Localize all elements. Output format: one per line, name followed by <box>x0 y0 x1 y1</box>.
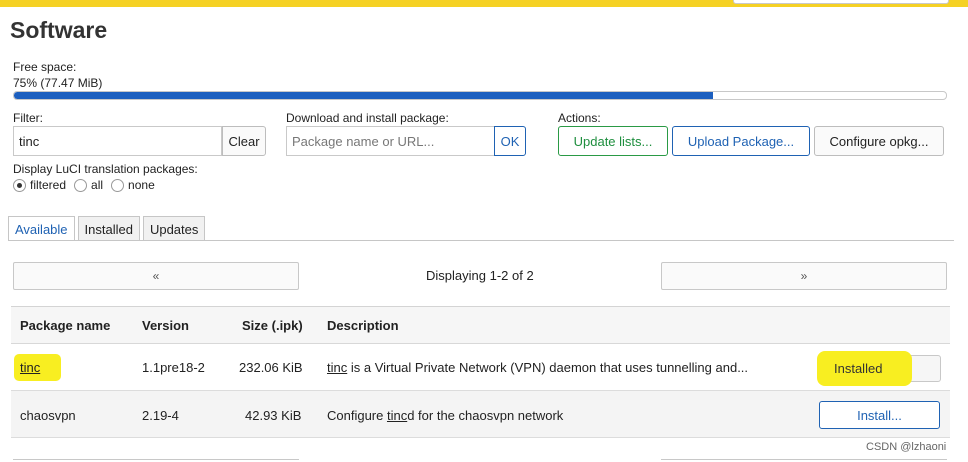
table-row: chaosvpn 2.19-4 42.93 KiB Configure tinc… <box>11 391 950 438</box>
col-package-name: Package name <box>20 318 111 333</box>
radio-checked-icon[interactable] <box>13 178 26 192</box>
package-name-link[interactable]: tinc <box>20 360 40 375</box>
installed-button[interactable]: Installed <box>817 351 941 386</box>
free-space-progress-fill <box>14 92 713 99</box>
clear-filter-button[interactable]: Clear <box>222 126 266 156</box>
header-search-box[interactable] <box>733 0 949 4</box>
description-text: Configure <box>327 408 387 423</box>
free-space-value: 75% (77.47 MiB) <box>13 76 103 90</box>
download-label: Download and install package: <box>286 111 449 125</box>
tabs-divider <box>8 240 954 241</box>
radio-unchecked-icon[interactable] <box>74 178 88 192</box>
package-description: tinc is a Virtual Private Network (VPN) … <box>327 360 748 375</box>
description-link[interactable]: tinc <box>387 408 407 423</box>
package-name-highlight: tinc <box>14 354 61 381</box>
table-row: tinc 1.1pre18-2 232.06 KiB tinc is a Vir… <box>11 344 950 391</box>
col-size: Size (.ipk) <box>242 318 303 333</box>
tab-updates[interactable]: Updates <box>142 216 206 241</box>
package-size: 42.93 KiB <box>245 408 302 423</box>
table-header: Package name Version Size (.ipk) Descrip… <box>11 307 950 344</box>
radio-none-label: none <box>128 178 155 192</box>
upload-package-button[interactable]: Upload Package... <box>672 126 810 156</box>
free-space-progress-bar <box>13 91 947 100</box>
watermark: CSDN @lzhaoni <box>866 441 947 453</box>
pager-bottom-prev-edge <box>13 459 299 460</box>
package-size: 232.06 KiB <box>239 360 303 375</box>
radio-none[interactable]: none <box>111 178 155 192</box>
package-url-input[interactable] <box>286 126 495 156</box>
actions-label: Actions: <box>558 111 601 125</box>
description-text: d for the chaosvpn network <box>407 408 564 423</box>
ok-button[interactable]: OK <box>494 126 526 156</box>
installed-button-label: Installed <box>834 361 883 376</box>
page-title: Software <box>10 17 108 43</box>
free-space-label: Free space: <box>13 60 77 74</box>
radio-unchecked-icon[interactable] <box>111 178 125 192</box>
col-description: Description <box>327 318 399 333</box>
translation-label: Display LuCI translation packages: <box>13 162 198 176</box>
radio-all[interactable]: all <box>74 178 103 192</box>
filter-label: Filter: <box>13 111 43 125</box>
radio-all-label: all <box>91 178 104 192</box>
package-name: chaosvpn <box>20 408 76 423</box>
translation-radio-group: filtered all none <box>13 178 163 192</box>
update-lists-button[interactable]: Update lists... <box>558 126 668 156</box>
tab-installed[interactable]: Installed <box>77 216 140 241</box>
pager-next-button[interactable]: » <box>661 262 947 290</box>
package-version: 1.1pre18-2 <box>142 360 205 375</box>
filter-input[interactable] <box>13 126 222 156</box>
package-tabs: Available Installed Updates <box>8 216 208 241</box>
tab-available[interactable]: Available <box>8 216 75 241</box>
radio-filtered-label: filtered <box>30 178 67 192</box>
pager-bottom-next-edge <box>661 459 947 460</box>
description-text: is a Virtual Private Network (VPN) daemo… <box>347 360 749 375</box>
package-description: Configure tincd for the chaosvpn network <box>327 408 563 423</box>
install-button[interactable]: Install... <box>819 401 940 429</box>
description-link[interactable]: tinc <box>327 360 347 375</box>
col-version: Version <box>142 318 189 333</box>
package-version: 2.19-4 <box>142 408 179 423</box>
pager-prev-button[interactable]: « <box>13 262 299 290</box>
pager-status: Displaying 1-2 of 2 <box>426 268 534 283</box>
configure-opkg-button[interactable]: Configure opkg... <box>814 126 944 156</box>
radio-filtered[interactable]: filtered <box>13 178 66 192</box>
